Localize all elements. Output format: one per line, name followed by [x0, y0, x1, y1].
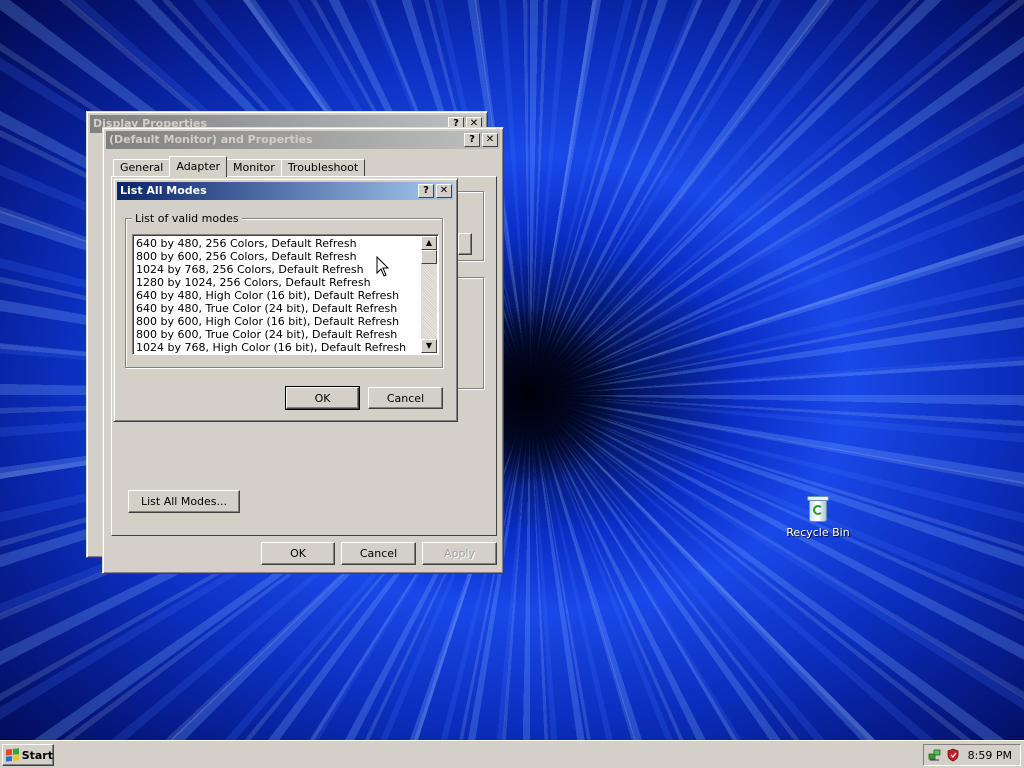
list-modes-cancel-button[interactable]: Cancel — [368, 387, 443, 409]
security-shield-icon[interactable] — [946, 748, 960, 762]
mode-list-item[interactable]: 800 by 600, High Color (16 bit), Default… — [133, 315, 438, 328]
mode-list-item[interactable]: 1024 by 768, High Color (16 bit), Defaul… — [133, 341, 438, 354]
valid-modes-group-label: List of valid modes — [132, 212, 242, 225]
list-all-modes-close-button[interactable]: ✕ — [436, 184, 452, 198]
recycle-bin-label: Recycle Bin — [786, 526, 850, 539]
list-all-modes-button[interactable]: List All Modes... — [128, 490, 240, 513]
list-all-modes-dialog[interactable]: List All Modes ? ✕ List of valid modes 6… — [113, 178, 458, 422]
monitor-properties-help-button[interactable]: ? — [464, 133, 480, 147]
modes-scrollbar[interactable]: ▲ ▼ — [421, 236, 437, 353]
mouse-cursor-icon — [376, 256, 390, 277]
monitor-properties-title: (Default Monitor) and Properties — [109, 133, 313, 146]
list-all-modes-title: List All Modes — [120, 184, 207, 197]
monitor-cancel-button[interactable]: Cancel — [341, 542, 416, 565]
network-icon[interactable] — [928, 748, 942, 762]
start-label: Start — [21, 748, 53, 762]
scroll-up-arrow-icon[interactable]: ▲ — [421, 236, 437, 250]
valid-modes-list: 640 by 480, 256 Colors, Default Refresh … — [133, 235, 438, 354]
windows-flag-icon — [6, 748, 19, 762]
monitor-ok-button[interactable]: OK — [261, 542, 335, 565]
monitor-apply-button[interactable]: Apply — [422, 542, 497, 565]
recycle-bin-desktop-icon[interactable]: Recycle Bin — [786, 494, 850, 539]
mode-list-item[interactable]: 1280 by 1024, 256 Colors, Default Refres… — [133, 276, 438, 289]
mode-list-item[interactable]: 800 by 600, True Color (24 bit), Default… — [133, 328, 438, 341]
start-button[interactable]: Start — [2, 744, 54, 766]
scroll-down-arrow-icon[interactable]: ▼ — [421, 339, 437, 353]
tab-troubleshoot[interactable]: Troubleshoot — [280, 159, 366, 177]
mode-list-item[interactable]: 800 by 600, 256 Colors, Default Refresh — [133, 250, 438, 263]
mode-list-item[interactable]: 640 by 480, High Color (16 bit), Default… — [133, 289, 438, 302]
tab-general[interactable]: General — [113, 159, 171, 177]
monitor-properties-titlebar[interactable]: (Default Monitor) and Properties ? ✕ — [106, 131, 500, 149]
valid-modes-listbox[interactable]: 640 by 480, 256 Colors, Default Refresh … — [132, 234, 439, 355]
taskbar: Start 8:59 PM — [0, 740, 1024, 768]
scroll-thumb[interactable] — [421, 250, 437, 264]
monitor-properties-tabs: General Adapter Monitor Troubleshoot — [113, 156, 366, 177]
mode-list-item[interactable]: 640 by 480, True Color (24 bit), Default… — [133, 302, 438, 315]
mode-list-item[interactable]: 1024 by 768, 256 Colors, Default Refresh — [133, 263, 438, 276]
list-modes-ok-button[interactable]: OK — [285, 386, 360, 410]
tab-monitor[interactable]: Monitor — [226, 159, 282, 177]
monitor-properties-close-button[interactable]: ✕ — [482, 133, 498, 147]
list-all-modes-titlebar[interactable]: List All Modes ? ✕ — [117, 182, 454, 200]
recycle-bin-icon — [805, 494, 831, 522]
tab-adapter[interactable]: Adapter — [169, 156, 227, 177]
mode-list-item[interactable]: 640 by 480, 256 Colors, Default Refresh — [133, 237, 438, 250]
taskbar-clock[interactable]: 8:59 PM — [968, 749, 1020, 762]
adapter-properties-button-edge[interactable] — [458, 233, 472, 255]
system-tray: 8:59 PM — [923, 744, 1021, 766]
list-all-modes-help-button[interactable]: ? — [418, 184, 434, 198]
